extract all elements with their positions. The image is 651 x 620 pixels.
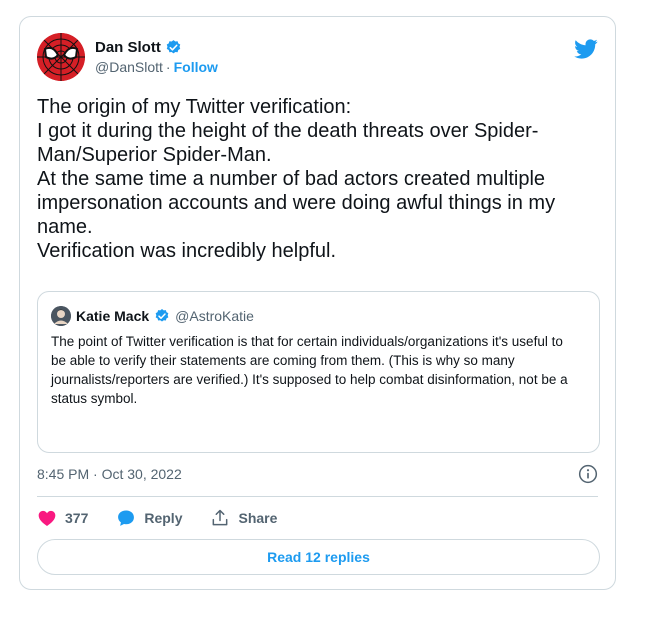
tweet-card: Dan Slott @DanSlott · Follow The origin … [19, 16, 616, 590]
quoted-tweet[interactable]: Katie Mack @AstroKatie The point of Twit… [37, 291, 600, 453]
author-name[interactable]: Dan Slott [95, 39, 161, 56]
separator-dot: · [165, 59, 171, 75]
tweet-text-line: At the same time a number of bad actors … [37, 168, 556, 238]
divider [37, 496, 598, 497]
author-info: Dan Slott @DanSlott · Follow [95, 37, 218, 76]
action-bar: 377 Reply Share [37, 507, 305, 529]
quoted-author-handle: @AstroKatie [175, 308, 254, 324]
info-icon[interactable] [578, 464, 598, 484]
quoted-tweet-header: Katie Mack @AstroKatie [51, 306, 254, 326]
timestamp-row: 8:45 PM · Oct 30, 2022 [37, 463, 598, 485]
tweet-timestamp[interactable]: 8:45 PM · Oct 30, 2022 [37, 466, 182, 482]
quoted-author-avatar [51, 306, 71, 326]
share-label: Share [238, 510, 278, 526]
quoted-author-name: Katie Mack [76, 308, 150, 324]
verified-badge-icon [166, 39, 181, 53]
tweet-text-line: Verification was incredibly helpful. [37, 240, 337, 262]
reply-button[interactable]: Reply [116, 508, 182, 528]
person-avatar-icon [51, 306, 71, 326]
tweet-text-line: The origin of my Twitter verification: [37, 96, 352, 118]
reply-bubble-icon [118, 510, 135, 526]
share-icon [213, 509, 228, 526]
heart-icon [38, 510, 56, 526]
reply-label: Reply [144, 510, 183, 526]
tweet-header: Dan Slott @DanSlott · Follow [37, 33, 598, 85]
author-handle[interactable]: @DanSlott [95, 59, 163, 75]
author-avatar[interactable] [37, 33, 85, 81]
follow-button[interactable]: Follow [174, 59, 218, 75]
like-button[interactable]: 377 [37, 508, 88, 528]
spider-man-mask-icon [37, 33, 85, 81]
share-button[interactable]: Share [210, 508, 277, 528]
verified-badge-icon [155, 309, 169, 322]
like-count: 377 [65, 510, 89, 526]
twitter-bird-icon[interactable] [574, 37, 598, 61]
tweet-text-line: I got it during the height of the death … [37, 120, 539, 166]
author-handle-row: @DanSlott · Follow [95, 59, 218, 75]
read-replies-button[interactable]: Read 12 replies [37, 539, 600, 575]
author-name-row: Dan Slott [95, 37, 218, 57]
quoted-tweet-text: The point of Twitter verification is tha… [51, 334, 568, 406]
tweet-text: The origin of my Twitter verification: I… [37, 95, 602, 263]
